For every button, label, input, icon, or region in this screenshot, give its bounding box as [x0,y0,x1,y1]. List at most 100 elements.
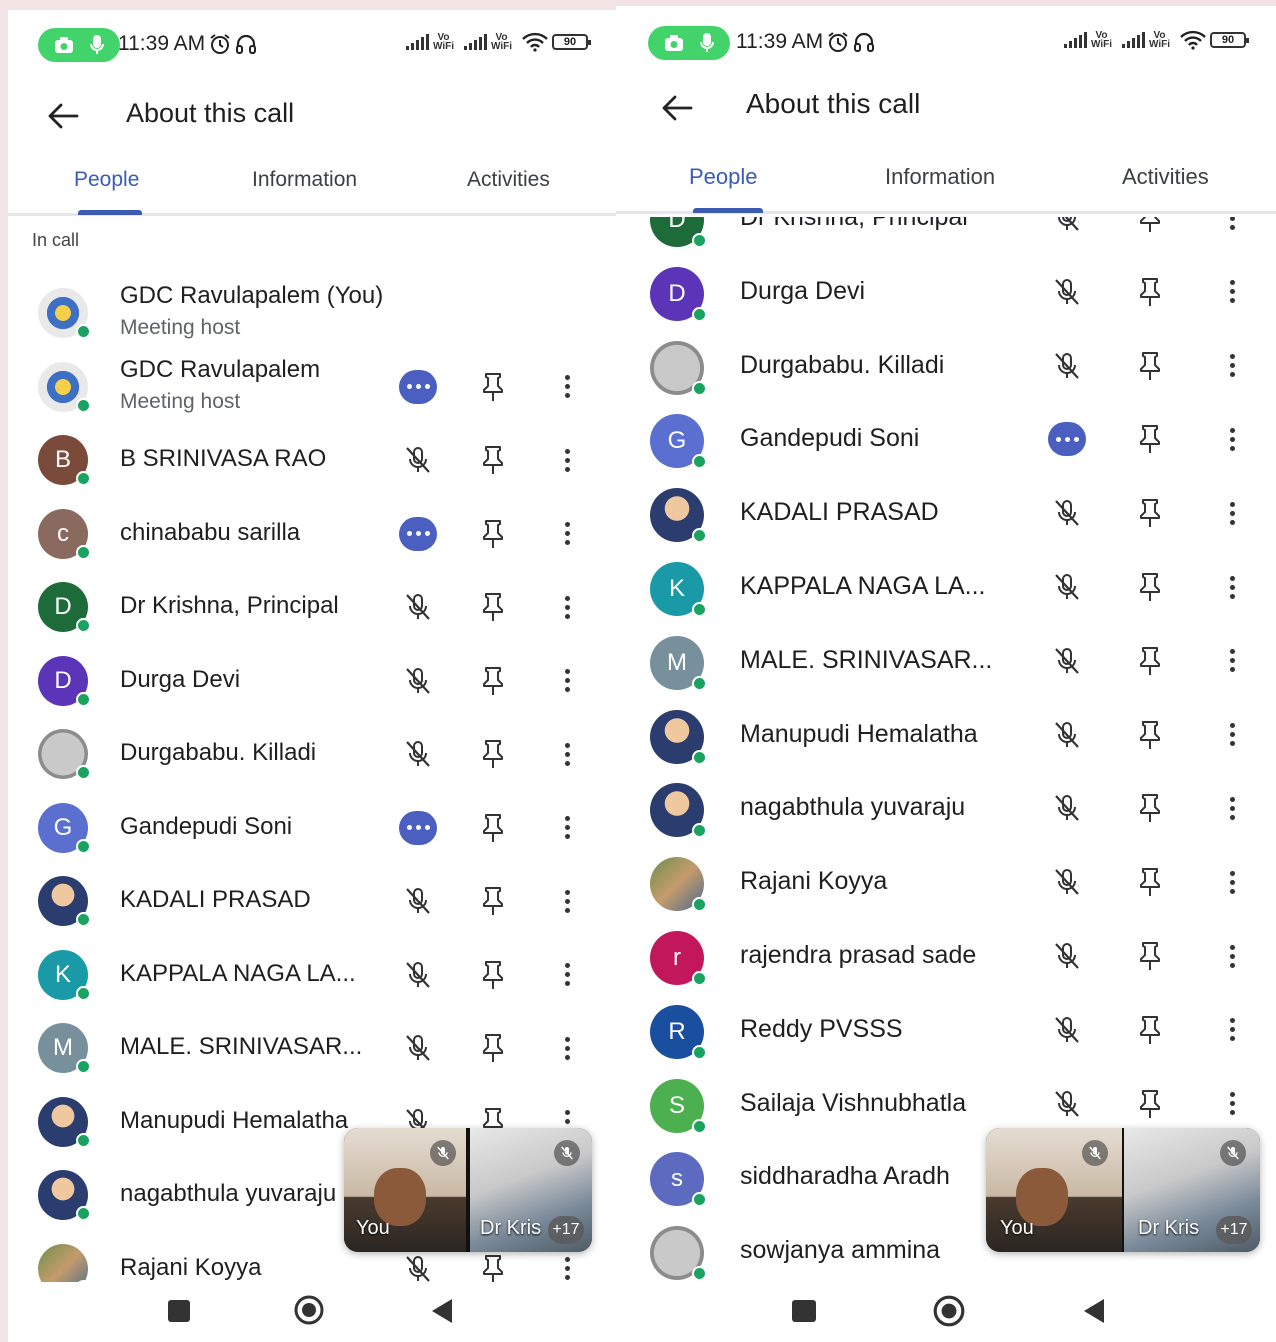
more-vert-icon[interactable] [1213,347,1251,385]
pin-icon[interactable] [1131,716,1169,754]
more-vert-icon[interactable] [548,588,586,626]
tab-information[interactable]: Information [252,168,357,192]
participant-row[interactable]: R Reddy PVSSS [616,993,1276,1067]
more-vert-icon[interactable] [1213,937,1251,975]
mic-off-icon [399,588,437,626]
mic-off-icon [399,882,437,920]
phone-screen-right: 11:39 AM Vo WiFi Vo WiFi 90 About this cal… [616,6,1276,1342]
participant-row[interactable]: M MALE. SRINIVASAR... [8,1011,616,1085]
participant-row[interactable]: D Dr Krishna, Principal [8,570,616,644]
participant-row[interactable]: G Gandepudi Soni [8,791,616,865]
home-button[interactable] [932,1294,966,1328]
more-vert-icon[interactable] [548,956,586,994]
recents-button[interactable] [168,1300,190,1322]
more-vert-icon[interactable] [548,662,586,700]
more-vert-icon[interactable] [1213,568,1251,606]
back-button[interactable] [1082,1298,1106,1324]
video-preview[interactable]: You Dr Kris +17 [986,1128,1260,1252]
participant-row[interactable]: G Gandepudi Soni [616,402,1276,476]
participant-row[interactable]: D Durga Devi [616,255,1276,329]
participant-row[interactable]: D Durga Devi [8,644,616,718]
more-vert-icon[interactable] [548,515,586,553]
pin-icon[interactable] [474,956,512,994]
video-preview[interactable]: You Dr Kris +17 [344,1128,592,1252]
pin-icon[interactable] [1131,494,1169,532]
more-vert-icon[interactable] [1213,1085,1251,1123]
more-vert-icon[interactable] [548,441,586,479]
participant-row[interactable]: nagabthula yuvaraju [616,771,1276,845]
video-tile-self[interactable]: You [344,1128,466,1252]
home-button[interactable] [293,1294,325,1326]
pin-icon[interactable] [1131,937,1169,975]
pin-icon[interactable] [1131,789,1169,827]
more-vert-icon[interactable] [1213,642,1251,680]
pin-icon[interactable] [1131,217,1169,237]
pin-icon[interactable] [474,1029,512,1067]
participant-row[interactable]: M MALE. SRINIVASAR... [616,624,1276,698]
pin-icon[interactable] [1131,420,1169,458]
mic-off-icon [1048,217,1086,237]
participant-row[interactable]: KADALI PRASAD [8,864,616,938]
pin-icon[interactable] [474,662,512,700]
participant-row[interactable]: c chinababu sarilla [8,497,616,571]
participant-row[interactable]: Manupudi Hemalatha [616,698,1276,772]
more-vert-icon[interactable] [548,1029,586,1067]
pin-icon[interactable] [1131,1011,1169,1049]
more-vert-icon[interactable] [1213,494,1251,532]
more-vert-icon[interactable] [1213,1011,1251,1049]
arrow-back-icon[interactable] [46,102,80,130]
more-vert-icon[interactable] [548,735,586,773]
mic-off-icon [1048,1085,1086,1123]
participant-row[interactable]: GDC Ravulapalem Meeting host [8,350,616,424]
tab-activities[interactable]: Activities [467,168,550,192]
photo-avatar [650,340,707,396]
pin-icon[interactable] [474,809,512,847]
participant-row[interactable]: Durgababu. Killadi [8,717,616,791]
participant-row[interactable]: GDC Ravulapalem (You) Meeting host [8,276,616,350]
more-vert-icon[interactable] [548,882,586,920]
pin-icon[interactable] [1131,568,1169,606]
video-tile-other[interactable]: Dr Kris +17 [1124,1128,1260,1252]
participant-row[interactable]: B B SRINIVASA RAO [8,423,616,497]
video-tile-self[interactable]: You [986,1128,1122,1252]
more-vert-icon[interactable] [1213,716,1251,754]
more-vert-icon[interactable] [548,809,586,847]
more-vert-icon[interactable] [1213,217,1251,237]
video-tile-other[interactable]: Dr Kris +17 [470,1128,592,1252]
more-vert-icon[interactable] [1213,789,1251,827]
pin-icon[interactable] [1131,642,1169,680]
pin-icon[interactable] [1131,273,1169,311]
back-button[interactable] [430,1298,454,1324]
pin-icon[interactable] [1131,863,1169,901]
headset-icon [854,32,875,52]
pin-icon[interactable] [474,588,512,626]
recents-button[interactable] [792,1300,816,1322]
more-vert-icon[interactable] [1213,273,1251,311]
more-horiz-icon [399,809,437,847]
tab-activities[interactable]: Activities [1122,164,1209,190]
arrow-back-icon[interactable] [660,94,694,122]
participant-row[interactable]: K KAPPALA NAGA LA... [616,550,1276,624]
participant-row[interactable]: r rajendra prasad sade [616,919,1276,993]
participant-row[interactable]: K KAPPALA NAGA LA... [8,938,616,1012]
pin-icon[interactable] [474,1250,512,1282]
pin-icon[interactable] [474,441,512,479]
participant-row[interactable]: Durgababu. Killadi [616,329,1276,403]
pin-icon[interactable] [474,735,512,773]
pin-icon[interactable] [474,515,512,553]
pin-icon[interactable] [474,368,512,406]
pin-icon[interactable] [474,882,512,920]
tab-people[interactable]: People [689,164,758,190]
more-vert-icon[interactable] [1213,420,1251,458]
more-vert-icon[interactable] [548,1250,586,1283]
participant-row[interactable]: KADALI PRASAD [616,476,1276,550]
more-vert-icon[interactable] [1213,863,1251,901]
participant-row[interactable]: D Dr Krishna, Principal [616,217,1276,255]
pin-icon[interactable] [1131,1085,1169,1123]
participant-name: Manupudi Hemalatha [120,1106,349,1134]
tab-people[interactable]: People [74,168,139,192]
participant-row[interactable]: Rajani Koyya [616,845,1276,919]
pin-icon[interactable] [1131,347,1169,385]
more-vert-icon[interactable] [548,368,586,406]
tab-information[interactable]: Information [885,164,995,190]
